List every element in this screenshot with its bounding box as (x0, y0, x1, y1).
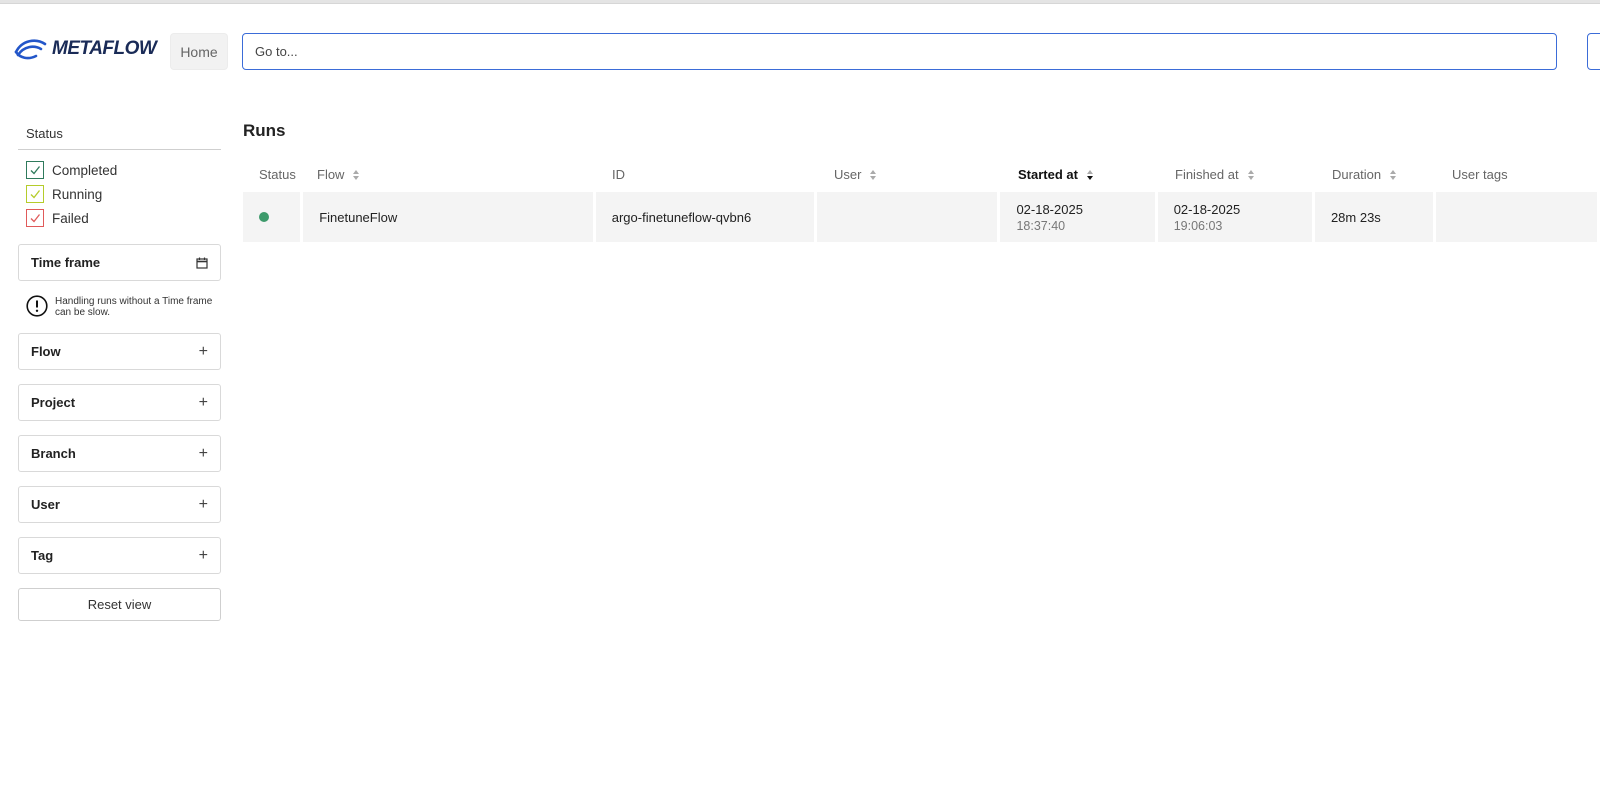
home-button[interactable]: Home (170, 33, 228, 70)
status-dot-icon (259, 212, 269, 222)
logo-text: METAFLOW (52, 38, 157, 59)
plus-icon: + (198, 342, 208, 360)
filter-label: User (31, 497, 60, 512)
finished-time: 19:06:03 (1173, 218, 1223, 233)
metaflow-logo-icon (14, 39, 47, 60)
reset-view-button[interactable]: Reset view (18, 588, 221, 621)
started-time: 18:37:40 (1016, 218, 1066, 233)
run-duration-cell: 28m 23s (1314, 192, 1433, 242)
run-duration: 28m 23s (1330, 209, 1381, 225)
filter-label: Flow (31, 344, 61, 359)
status-label: Running (52, 186, 103, 202)
table-header: Status Flow ID User Started at Finished … (243, 158, 1600, 191)
run-status-cell (243, 192, 301, 242)
column-header-user-tags: User tags (1436, 158, 1600, 191)
column-label: Status (259, 167, 296, 182)
sort-icon (353, 169, 360, 180)
plus-icon: + (198, 393, 208, 411)
column-label: User tags (1452, 167, 1508, 182)
header-right-button[interactable] (1587, 33, 1600, 70)
timeframe-label: Time frame (31, 255, 101, 270)
column-label: User (834, 167, 862, 182)
timeframe-filter[interactable]: Time frame (18, 244, 221, 281)
sort-icon (1247, 169, 1254, 180)
column-label: ID (612, 167, 625, 182)
timeframe-warning: Handling runs without a Time frame can b… (18, 281, 221, 318)
sort-desc-icon (1086, 169, 1093, 180)
goto-search-input[interactable] (242, 33, 1557, 70)
project-filter[interactable]: Project + (18, 384, 221, 421)
run-finished-cell: 02-18-2025 19:06:03 (1157, 192, 1312, 242)
plus-icon: + (198, 444, 208, 462)
column-header-status: Status (243, 158, 301, 191)
status-filter-failed[interactable]: Failed (26, 206, 213, 230)
status-filter-completed[interactable]: Completed (26, 158, 213, 182)
run-user-cell (816, 192, 998, 242)
run-flow-cell[interactable]: FinetuneFlow (303, 192, 593, 242)
exclamation-circle-icon (26, 295, 48, 317)
flow-name: FinetuneFlow (319, 209, 398, 225)
user-filter[interactable]: User + (18, 486, 221, 523)
status-filter-title: Status (18, 124, 221, 150)
run-id: argo-finetuneflow-qvbn6 (611, 209, 752, 225)
status-label: Completed (52, 162, 118, 178)
filter-label: Project (31, 395, 76, 410)
plus-icon: + (198, 495, 208, 513)
completed-checkbox[interactable] (26, 161, 44, 179)
runs-table: Status Flow ID User Started at Finished … (243, 158, 1600, 242)
metaflow-logo[interactable]: METAFLOW (14, 36, 157, 62)
column-header-user[interactable]: User (818, 158, 1002, 191)
run-id-cell[interactable]: argo-finetuneflow-qvbn6 (595, 192, 814, 242)
table-row[interactable]: FinetuneFlow argo-finetuneflow-qvbn6 02-… (243, 192, 1600, 242)
check-icon (30, 190, 41, 199)
check-icon (30, 214, 41, 223)
status-filter-list: Completed Running Failed (18, 150, 221, 234)
plus-icon: + (198, 546, 208, 564)
column-header-duration[interactable]: Duration (1316, 158, 1436, 191)
tag-filter[interactable]: Tag + (18, 537, 221, 574)
sort-icon (870, 169, 877, 180)
column-label: Duration (1332, 167, 1382, 182)
run-started-cell: 02-18-2025 18:37:40 (1000, 192, 1155, 242)
failed-checkbox[interactable] (26, 209, 44, 227)
column-header-finished-at[interactable]: Finished at (1159, 158, 1316, 191)
filter-sidebar: Status Completed Running Failed Time fra… (18, 124, 221, 621)
page-title: Runs (243, 121, 286, 140)
check-icon (30, 166, 41, 175)
browser-top-edge (0, 0, 1600, 4)
sort-icon (1390, 169, 1397, 180)
column-label: Started at (1018, 167, 1078, 182)
started-date: 02-18-2025 (1016, 201, 1083, 217)
status-filter-running[interactable]: Running (26, 182, 213, 206)
finished-date: 02-18-2025 (1173, 201, 1241, 217)
column-header-flow[interactable]: Flow (301, 158, 596, 191)
column-header-started-at[interactable]: Started at (1002, 158, 1159, 191)
run-user-tags-cell (1435, 192, 1598, 242)
branch-filter[interactable]: Branch + (18, 435, 221, 472)
running-checkbox[interactable] (26, 185, 44, 203)
flow-filter[interactable]: Flow + (18, 333, 221, 370)
column-label: Flow (317, 167, 345, 182)
column-label: Finished at (1175, 167, 1239, 182)
filter-label: Tag (31, 548, 54, 563)
column-header-id: ID (596, 158, 818, 191)
status-label: Failed (52, 210, 89, 226)
filter-label: Branch (31, 446, 76, 461)
calendar-icon (196, 257, 208, 269)
timeframe-warning-text: Handling runs without a Time frame can b… (55, 296, 213, 318)
